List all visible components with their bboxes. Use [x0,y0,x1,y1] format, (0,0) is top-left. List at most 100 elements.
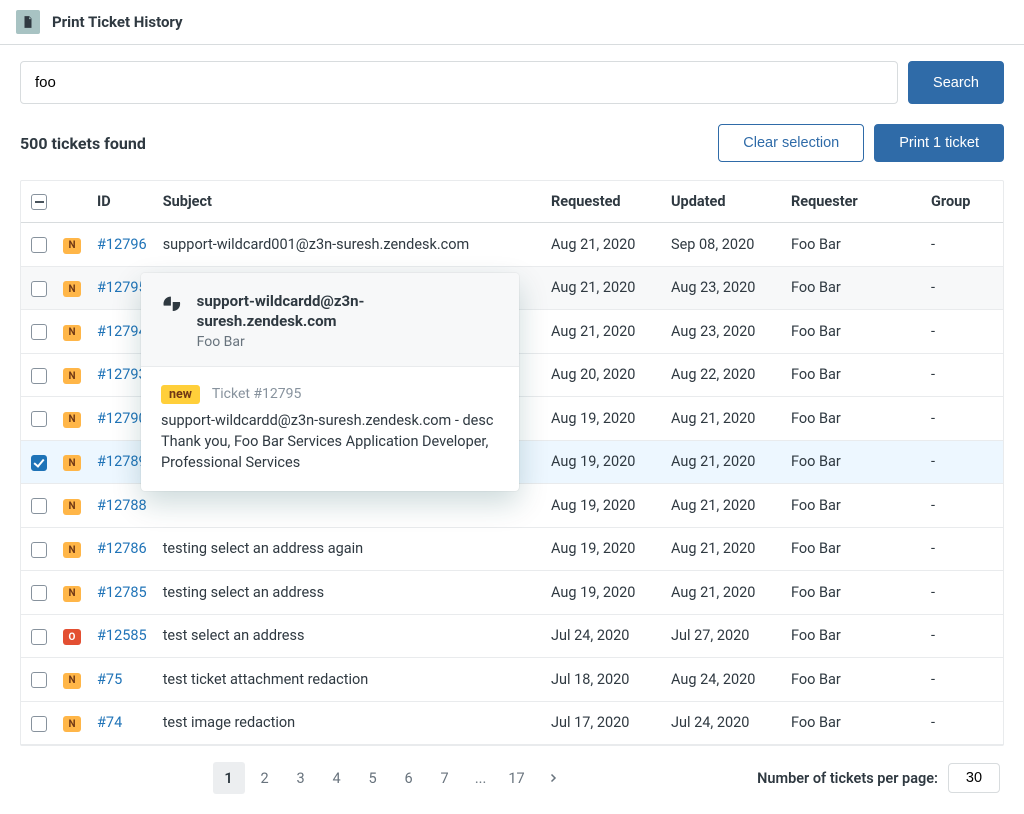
requested-cell: Jul 18, 2020 [543,658,663,702]
row-checkbox[interactable] [31,585,47,601]
requested-cell: Aug 19, 2020 [543,397,663,441]
status-badge: N [63,281,81,297]
subject-cell: test image redaction [155,701,543,745]
requested-cell: Aug 21, 2020 [543,223,663,267]
requester-cell: Foo Bar [783,353,923,397]
table-row[interactable]: O#12585test select an addressJul 24, 202… [21,614,1003,658]
column-requester-header[interactable]: Requester [783,181,923,223]
page-17[interactable]: 17 [501,762,533,794]
group-cell: - [923,440,1003,484]
page-4[interactable]: 4 [321,762,353,794]
status-badge: N [63,368,81,384]
row-checkbox[interactable] [31,672,47,688]
updated-cell: Aug 21, 2020 [663,440,783,484]
result-count: 500 tickets found [20,134,146,153]
status-badge: N [63,673,81,689]
search-input[interactable] [20,61,898,104]
page-1[interactable]: 1 [213,762,245,794]
popover-description: support-wildcardd@z3n-suresh.zendesk.com… [161,410,499,473]
ticket-id-link[interactable]: #12795 [97,279,147,296]
clear-selection-button[interactable]: Clear selection [718,124,864,162]
group-cell: - [923,701,1003,745]
updated-cell: Aug 21, 2020 [663,527,783,571]
select-all-checkbox[interactable] [31,194,47,210]
search-button[interactable]: Search [908,61,1004,104]
updated-cell: Jul 24, 2020 [663,701,783,745]
page-ellipsis: ... [465,762,497,794]
page-2[interactable]: 2 [249,762,281,794]
row-checkbox[interactable] [31,368,47,384]
group-cell: - [923,527,1003,571]
group-cell: - [923,353,1003,397]
table-row[interactable]: N#75test ticket attachment redactionJul … [21,658,1003,702]
page-next[interactable] [537,762,569,794]
ticket-id-link[interactable]: #12793 [97,366,147,383]
ticket-id-link[interactable]: #12786 [97,540,147,557]
requester-cell: Foo Bar [783,658,923,702]
row-checkbox[interactable] [31,411,47,427]
updated-cell: Aug 24, 2020 [663,658,783,702]
row-checkbox[interactable] [31,498,47,514]
pagination: 1234567...17 [213,762,569,794]
table-row[interactable]: N#12796support-wildcard001@z3n-suresh.ze… [21,223,1003,267]
ticket-id-link[interactable]: #12788 [97,497,147,514]
column-subject-header[interactable]: Subject [155,181,543,223]
ticket-id-link[interactable]: #12790 [97,410,147,427]
status-badge: O [63,629,81,645]
row-checkbox[interactable] [31,237,47,253]
subject-cell: support-wildcard001@z3n-suresh.zendesk.c… [155,223,543,267]
table-row[interactable]: N#74test image redactionJul 17, 2020Jul … [21,701,1003,745]
row-checkbox[interactable] [31,716,47,732]
group-cell: - [923,223,1003,267]
updated-cell: Jul 27, 2020 [663,614,783,658]
column-updated-header[interactable]: Updated [663,181,783,223]
ticket-id-link[interactable]: #12794 [97,323,147,340]
updated-cell: Aug 23, 2020 [663,266,783,310]
status-badge: N [63,325,81,341]
ticket-id-link[interactable]: #12789 [97,453,147,470]
status-badge: N [63,542,81,558]
page-3[interactable]: 3 [285,762,317,794]
search-bar: Search [20,61,1004,104]
updated-cell: Aug 21, 2020 [663,484,783,528]
page-5[interactable]: 5 [357,762,389,794]
print-button[interactable]: Print 1 ticket [874,124,1004,162]
popover-title: support-wildcardd@z3n-suresh.zendesk.com [197,291,499,332]
requested-cell: Jul 17, 2020 [543,701,663,745]
group-cell: - [923,571,1003,615]
table-row[interactable]: N#12785testing select an addressAug 19, … [21,571,1003,615]
ticket-id-link[interactable]: #12796 [97,236,147,253]
page-6[interactable]: 6 [393,762,425,794]
status-new-badge: new [161,385,200,404]
ticket-id-link[interactable]: #74 [97,714,122,731]
ticket-preview-popover: support-wildcardd@z3n-suresh.zendesk.com… [141,273,519,491]
row-checkbox[interactable] [31,629,47,645]
ticket-id-link[interactable]: #75 [97,671,122,688]
group-cell: - [923,614,1003,658]
ticket-id-link[interactable]: #12585 [97,627,147,644]
group-cell: - [923,484,1003,528]
requester-cell: Foo Bar [783,571,923,615]
page-7[interactable]: 7 [429,762,461,794]
requested-cell: Jul 24, 2020 [543,614,663,658]
requester-cell: Foo Bar [783,266,923,310]
group-cell: - [923,658,1003,702]
group-cell: - [923,397,1003,441]
requester-cell: Foo Bar [783,440,923,484]
requested-cell: Aug 19, 2020 [543,484,663,528]
row-checkbox[interactable] [31,281,47,297]
row-checkbox[interactable] [31,542,47,558]
row-checkbox[interactable] [31,455,47,471]
requester-cell: Foo Bar [783,310,923,354]
status-badge: N [63,586,81,602]
column-requested-header[interactable]: Requested [543,181,663,223]
column-group-header[interactable]: Group [923,181,1003,223]
row-checkbox[interactable] [31,324,47,340]
ticket-id-link[interactable]: #12785 [97,584,147,601]
table-row[interactable]: N#12786testing select an address againAu… [21,527,1003,571]
requester-cell: Foo Bar [783,527,923,571]
column-id-header[interactable]: ID [89,181,155,223]
requester-cell: Foo Bar [783,397,923,441]
zendesk-logo-icon [161,293,183,315]
requester-cell: Foo Bar [783,484,923,528]
